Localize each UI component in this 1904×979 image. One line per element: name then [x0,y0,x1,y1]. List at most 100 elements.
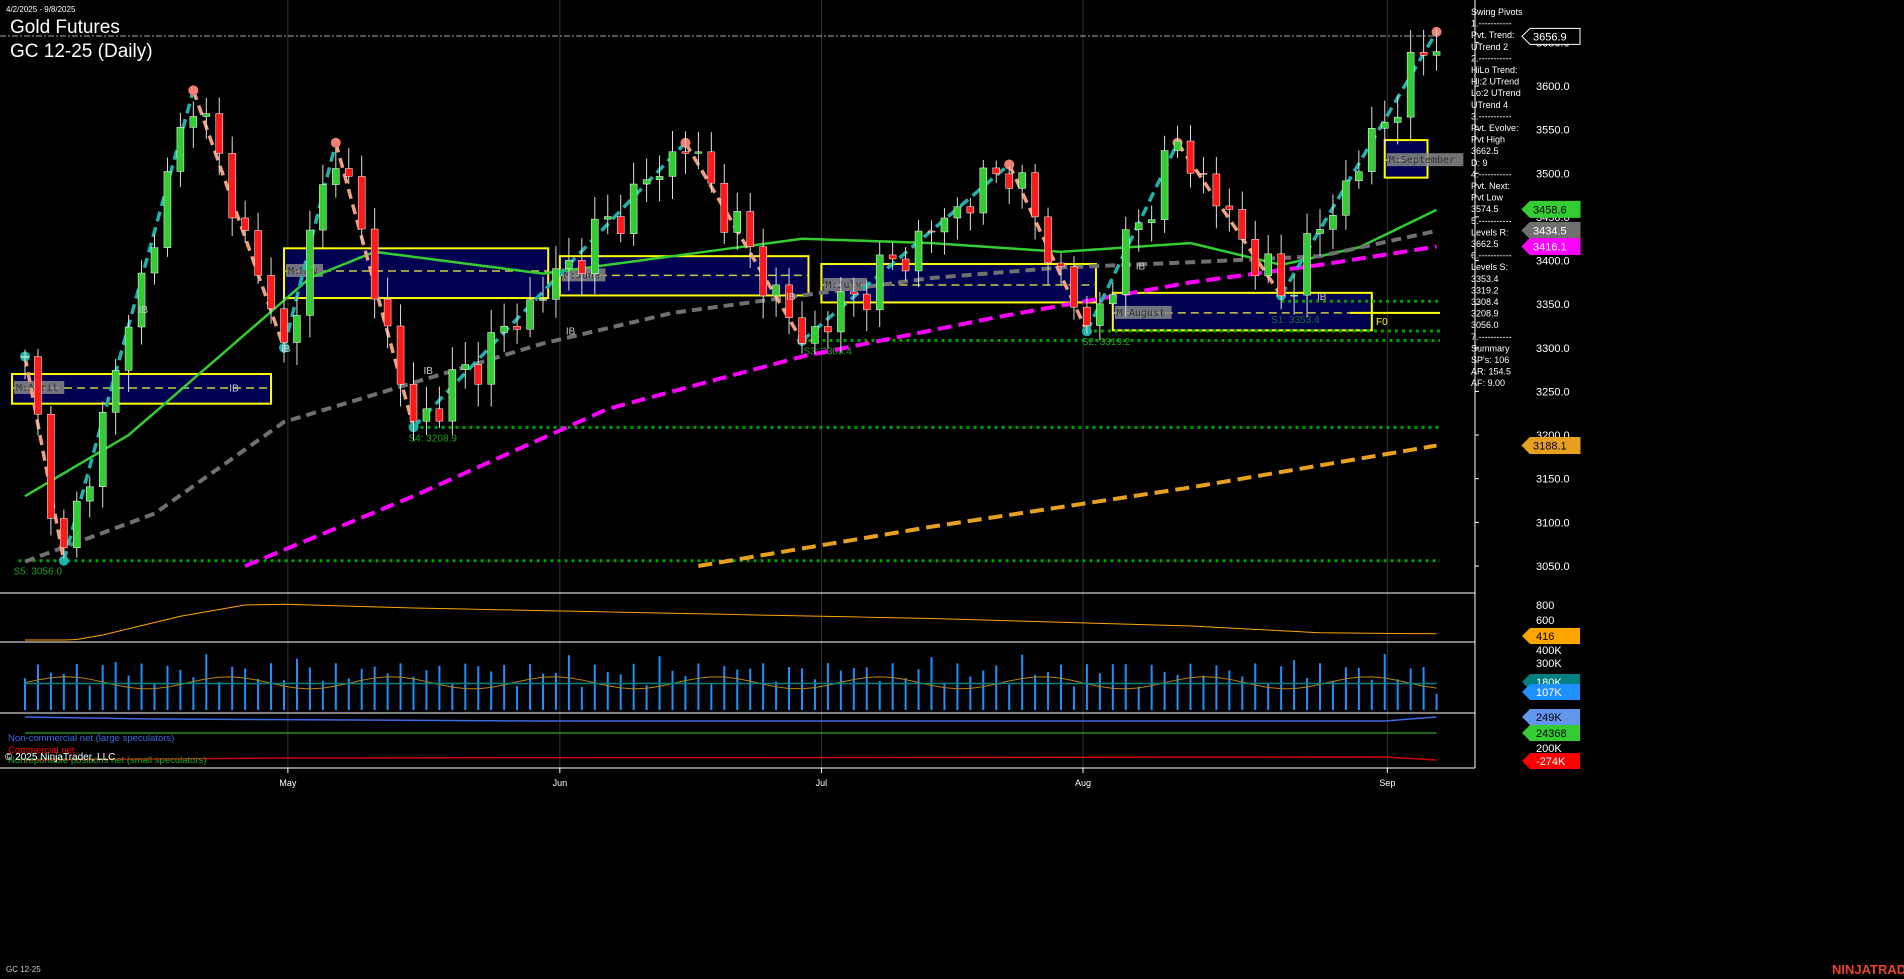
cot-commercial-tag: -274K [1522,753,1580,769]
candle-body [1186,140,1195,174]
candle-body [1432,51,1441,56]
candle-body [811,326,819,344]
candle-body [863,293,871,311]
candle-body [629,183,638,234]
candle-body [267,275,275,310]
candle-body [487,332,495,385]
ib-label: IB [566,327,576,338]
cot-commercial-line [24,756,1437,761]
candle-body [1316,229,1324,234]
info-line: AR: 154.5 [1471,367,1511,377]
price-tick-label: 3350.0 [1536,299,1570,311]
candle-body [21,356,29,358]
candle-body [474,364,482,385]
candle-body [1005,173,1013,189]
candle-body [1173,140,1182,151]
info-line: Pvt. Next: [1471,181,1510,191]
ib-label: IB [423,366,433,377]
indicator-value-tag: 416 [1522,628,1580,644]
cot-nonreportable-tag: 24368 [1522,725,1580,741]
month-label: Aug [1075,778,1091,788]
candle-body [370,228,379,300]
candle-body [888,254,897,260]
candle-body [1406,51,1415,118]
candle-body [124,326,133,371]
candle-body [901,258,910,272]
candle-body [526,299,534,330]
price-tick-label: 3250.0 [1536,386,1570,398]
candle-body [759,246,767,297]
ib-label: IB [1317,292,1327,303]
support-level-label: S1: 3353.4 [1271,315,1320,326]
candle-body [565,260,573,269]
candle-body [642,179,651,185]
price-tick-label: 3150.0 [1536,474,1570,486]
volume-tick: 400K [1536,645,1562,657]
ib-label: IB [1136,261,1146,272]
support-level-label: S4: 3208.9 [409,433,458,444]
price-tag-label: 3434.5 [1533,225,1567,237]
candle-body [60,518,68,548]
candle-body [47,413,55,519]
candle-body [150,247,159,274]
volume-tick: 300K [1536,658,1562,670]
candle-body [1355,171,1363,182]
info-line: Pvt. Trend: [1471,30,1515,40]
swing-down-line [191,89,286,349]
candle-body [1134,222,1143,230]
info-line: Pvt High [1471,135,1505,145]
info-line: Hi:2 UTrend [1471,77,1519,87]
swing-high-marker [330,137,341,148]
candle-body [280,308,288,343]
candle-body [953,206,962,219]
candle-body [552,268,560,300]
info-line: Lo:2 UTrend [1471,88,1521,98]
price-tag: 3458.6 [1521,200,1581,218]
candle-body [1147,219,1156,224]
candle-body [137,272,146,328]
swing-high-marker [188,85,199,96]
candle-body [940,217,949,233]
candle-body [111,370,120,413]
month-label: Jun [553,778,568,788]
info-line: 4.----------- [1471,169,1511,179]
price-chart[interactable]: M:AprilM:MayM:JuneM:JulyM:AugustM:Septem… [0,0,1904,979]
ib-label: IB [139,305,149,316]
svg-text:107K: 107K [1536,687,1562,699]
candle-body [345,168,353,177]
candle-body [720,182,729,233]
candle-body [513,325,521,330]
candle-body [1264,253,1272,277]
ib-label: IB [281,344,291,355]
info-line: 3574.5 [1471,204,1499,214]
info-line: Pvt. Evolve: [1471,123,1519,133]
candle-body [86,486,94,502]
support-level-label: S5: 3056.0 [14,567,63,578]
info-line: 3353.4 [1471,274,1499,284]
price-tick-label: 3300.0 [1536,343,1570,355]
candle-body [189,116,198,128]
candle-body [992,167,1000,175]
candle-body [1070,266,1078,308]
price-tag: 3416.1 [1521,237,1581,255]
candle-body [461,364,470,370]
info-line: UTrend 2 [1471,42,1508,52]
legend-noncommercial: Non-commercial net (large speculators) [8,733,174,744]
candle-body [539,299,547,301]
info-line: UTrend 4 [1471,100,1508,110]
candle-body [604,216,612,220]
candle-body [772,284,780,297]
price-tick-label: 3400.0 [1536,256,1570,268]
candle-body [1303,233,1311,296]
candle-body [306,229,314,316]
candle-body [1057,262,1065,267]
candle-body [1277,253,1285,297]
support-level-label: S2: 3319.2 [1082,337,1131,348]
candle-body [1225,205,1234,210]
candle-body [927,230,936,233]
ib-label: IB [786,292,796,303]
candle-body [332,168,340,185]
chart-title: Gold Futures [10,17,120,38]
price-tick-label: 3500.0 [1536,168,1570,180]
price-tick-label: 3550.0 [1536,125,1570,137]
